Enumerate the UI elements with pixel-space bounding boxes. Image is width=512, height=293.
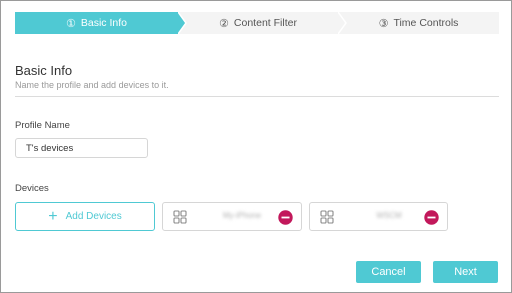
section-divider bbox=[15, 96, 499, 97]
step-arrow-icon bbox=[338, 12, 347, 34]
next-button[interactable]: Next bbox=[433, 261, 498, 283]
step-number: ② bbox=[219, 17, 229, 30]
plus-icon: + bbox=[48, 207, 58, 225]
profile-name-input[interactable]: T's devices bbox=[15, 138, 148, 158]
device-card: WSCM bbox=[309, 202, 448, 231]
add-devices-button[interactable]: + Add Devices bbox=[15, 202, 155, 231]
step-basic-info: ① Basic Info bbox=[15, 12, 178, 34]
grid-icon bbox=[320, 210, 334, 224]
profile-name-label: Profile Name bbox=[15, 120, 70, 131]
section-subtitle: Name the profile and add devices to it. bbox=[15, 80, 169, 90]
step-label: Content Filter bbox=[233, 17, 297, 29]
section-title: Basic Info bbox=[15, 63, 73, 78]
dialog-frame: ① Basic Info ② Content Filter ③ Time Con… bbox=[0, 0, 512, 293]
step-arrow-icon bbox=[178, 12, 187, 34]
device-card: My-iPhone bbox=[162, 202, 302, 231]
remove-device-icon[interactable] bbox=[424, 210, 439, 225]
device-name: My-iPhone bbox=[222, 211, 262, 220]
step-number: ③ bbox=[378, 17, 389, 30]
wizard-stepper: ① Basic Info ② Content Filter ③ Time Con… bbox=[15, 12, 499, 34]
step-label: Time Controls bbox=[393, 17, 459, 29]
device-name: WSCM bbox=[376, 211, 402, 220]
step-label: Basic Info bbox=[80, 17, 127, 29]
add-devices-label: Add Devices bbox=[65, 211, 122, 222]
cancel-button[interactable]: Cancel bbox=[356, 261, 421, 283]
grid-icon bbox=[173, 210, 187, 224]
step-time-controls: ③ Time Controls bbox=[338, 12, 499, 34]
step-number: ① bbox=[66, 17, 76, 30]
remove-device-icon[interactable] bbox=[278, 210, 293, 225]
profile-name-value: T's devices bbox=[26, 142, 74, 154]
step-content-filter: ② Content Filter bbox=[178, 12, 338, 34]
devices-label: Devices bbox=[15, 183, 49, 194]
